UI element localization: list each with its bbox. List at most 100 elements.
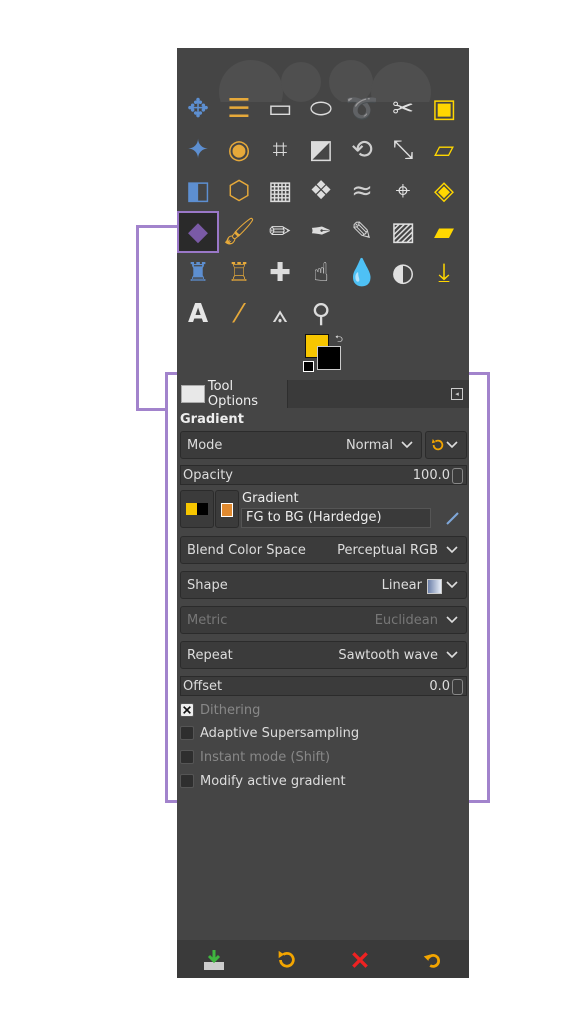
offset-spinner[interactable]: Offset 0.0 xyxy=(180,676,467,696)
cage-transform-icon[interactable]: ▦ xyxy=(261,172,299,210)
dock-tabbar: Tool Options ◂ xyxy=(177,379,469,409)
seamless-clone-icon[interactable]: ≈ xyxy=(343,172,381,210)
dock-menu-icon[interactable]: ◂ xyxy=(451,388,463,400)
instant-mode-checkbox[interactable]: Instant mode (Shift) xyxy=(180,747,330,767)
color-picker-icon[interactable]: ⁄ xyxy=(220,295,258,333)
mode-select[interactable]: Mode Normal xyxy=(180,431,422,459)
mode-swap-select[interactable] xyxy=(425,431,467,459)
rotate-icon[interactable]: ⟲ xyxy=(343,131,381,169)
text-icon[interactable]: A xyxy=(179,295,217,333)
gradient-editor-button[interactable] xyxy=(215,490,239,528)
restore-options-button[interactable] xyxy=(273,947,299,973)
opacity-value[interactable]: 100.0 xyxy=(413,468,450,483)
highlight-connector xyxy=(136,408,167,411)
scissors-select-icon[interactable]: ✂ xyxy=(384,90,422,128)
align-icon[interactable]: ☰ xyxy=(220,90,258,128)
tool-title: Gradient xyxy=(180,412,244,427)
perspective-clone-icon[interactable]: ♖ xyxy=(220,254,258,292)
delete-options-button[interactable] xyxy=(347,947,373,973)
highlight-connector xyxy=(136,225,139,411)
dodge-burn-icon[interactable]: ◐ xyxy=(384,254,422,292)
measure-icon[interactable]: ⟑ xyxy=(261,295,299,333)
gradient-name-field[interactable]: FG to BG (Hardedge) xyxy=(241,508,431,528)
heal-icon[interactable]: ✚ xyxy=(261,254,299,292)
repeat-select[interactable]: Repeat Sawtooth wave xyxy=(180,641,467,669)
tool-options-icon xyxy=(181,385,205,403)
metric-select: Metric Euclidean xyxy=(180,606,467,634)
metric-value: Euclidean xyxy=(374,612,438,628)
fg-bg-colors[interactable]: ⮌ xyxy=(303,332,345,372)
opacity-spinner[interactable]: Opacity 100.0 xyxy=(180,465,467,485)
repeat-label: Repeat xyxy=(187,647,233,663)
dithering-checkbox[interactable]: Dithering xyxy=(180,700,260,720)
checkbox-checked-icon[interactable] xyxy=(180,703,194,717)
adaptive-supersampling-checkbox[interactable]: Adaptive Supersampling xyxy=(180,723,359,743)
metric-label: Metric xyxy=(187,612,228,628)
warp-transform-icon[interactable]: ❖ xyxy=(302,172,340,210)
gradient-edit-icon xyxy=(221,503,233,517)
checkbox-label: Dithering xyxy=(200,702,261,718)
delete-icon xyxy=(352,952,368,968)
gradient-chooser[interactable] xyxy=(180,490,214,528)
save-icon xyxy=(204,950,224,970)
background-color-swatch[interactable] xyxy=(317,346,341,370)
reset-options-button[interactable] xyxy=(419,947,445,973)
gradient-icon[interactable]: ◆ xyxy=(177,211,219,253)
mode-label: Mode xyxy=(187,437,223,453)
spinner-arrows-icon[interactable] xyxy=(452,468,463,484)
eraser-icon[interactable]: ▰ xyxy=(425,213,463,251)
foreground-select-icon[interactable]: ▣ xyxy=(425,90,463,128)
checkbox-icon[interactable] xyxy=(180,726,194,740)
shape-select[interactable]: Shape Linear xyxy=(180,571,467,599)
flip-icon[interactable]: ◧ xyxy=(179,172,217,210)
dock-footer xyxy=(177,940,469,978)
airbrush-icon[interactable]: ✒ xyxy=(302,213,340,251)
fg-to-bg-preview xyxy=(186,503,197,515)
ellipse-select-icon[interactable]: ⬭ xyxy=(302,90,340,128)
mypaint-brush-icon[interactable]: ▨ xyxy=(384,213,422,251)
paths-icon[interactable]: ⤓ xyxy=(425,254,463,292)
fg-to-bg-preview xyxy=(197,503,208,515)
lasso-icon[interactable]: ➰ xyxy=(343,90,381,128)
default-colors-icon[interactable] xyxy=(303,361,314,372)
fuzzy-select-icon[interactable]: ✦ xyxy=(179,131,217,169)
offset-value[interactable]: 0.0 xyxy=(429,679,450,694)
blend-color-space-value: Perceptual RGB xyxy=(337,542,438,558)
color-select-icon[interactable]: ◉ xyxy=(220,131,258,169)
perspective-icon[interactable]: ⬡ xyxy=(220,172,258,210)
reverse-gradient-icon[interactable] xyxy=(445,510,461,526)
blend-color-space-select[interactable]: Blend Color Space Perceptual RGB xyxy=(180,536,467,564)
checkbox-label: Adaptive Supersampling xyxy=(200,725,360,741)
shear-icon[interactable]: ▱ xyxy=(425,131,463,169)
toolbox-panel: ✥ ☰ ▭ ⬭ ➰ ✂ ▣ ✦ ◉ ⌗ ◩ ⟲ ⤡ ▱ ◧ ⬡ ▦ ❖ ≈ ⌖ ◈ ◆ 🖌 ✏ ✒ ✎ ▨ ▰ ♜ ♖ ✚ ☝ 💧 ◐ ⤓ A ⁄ ⟑ ⚲ … xyxy=(177,48,469,978)
shape-value: Linear xyxy=(381,577,422,593)
modify-active-gradient-checkbox[interactable]: Modify active gradient xyxy=(180,771,346,791)
smudge-icon[interactable]: ☝ xyxy=(302,254,340,292)
scale-icon[interactable]: ⤡ xyxy=(384,131,422,169)
repeat-value: Sawtooth wave xyxy=(338,647,438,663)
tab-tool-options[interactable]: Tool Options xyxy=(177,379,288,409)
checkbox-label: Instant mode (Shift) xyxy=(200,749,331,765)
rect-select-icon[interactable]: ▭ xyxy=(261,90,299,128)
save-options-button[interactable] xyxy=(201,947,227,973)
spinner-arrows-icon[interactable] xyxy=(452,679,463,695)
swap-colors-icon[interactable]: ⮌ xyxy=(335,332,343,349)
handle-transform-icon[interactable]: ⌖ xyxy=(384,172,422,210)
unified-transform-icon[interactable]: ◩ xyxy=(302,131,340,169)
linear-shape-icon xyxy=(427,579,442,594)
clone-icon[interactable]: ♜ xyxy=(179,254,217,292)
paintbrush-icon[interactable]: 🖌 xyxy=(220,213,258,251)
opacity-label: Opacity xyxy=(183,468,234,483)
move-icon[interactable]: ✥ xyxy=(179,90,217,128)
checkbox-icon[interactable] xyxy=(180,774,194,788)
highlight-outline xyxy=(487,372,490,803)
crop-icon[interactable]: ⌗ xyxy=(261,131,299,169)
ink-icon[interactable]: ✎ xyxy=(343,213,381,251)
pencil-icon[interactable]: ✏ xyxy=(261,213,299,251)
zoom-icon[interactable]: ⚲ xyxy=(302,295,340,333)
blur-icon[interactable]: 💧 xyxy=(343,254,381,292)
checkbox-icon[interactable] xyxy=(180,750,194,764)
offset-label: Offset xyxy=(183,679,223,694)
gegl-icon[interactable]: ◈ xyxy=(425,172,463,210)
highlight-outline xyxy=(165,372,168,803)
